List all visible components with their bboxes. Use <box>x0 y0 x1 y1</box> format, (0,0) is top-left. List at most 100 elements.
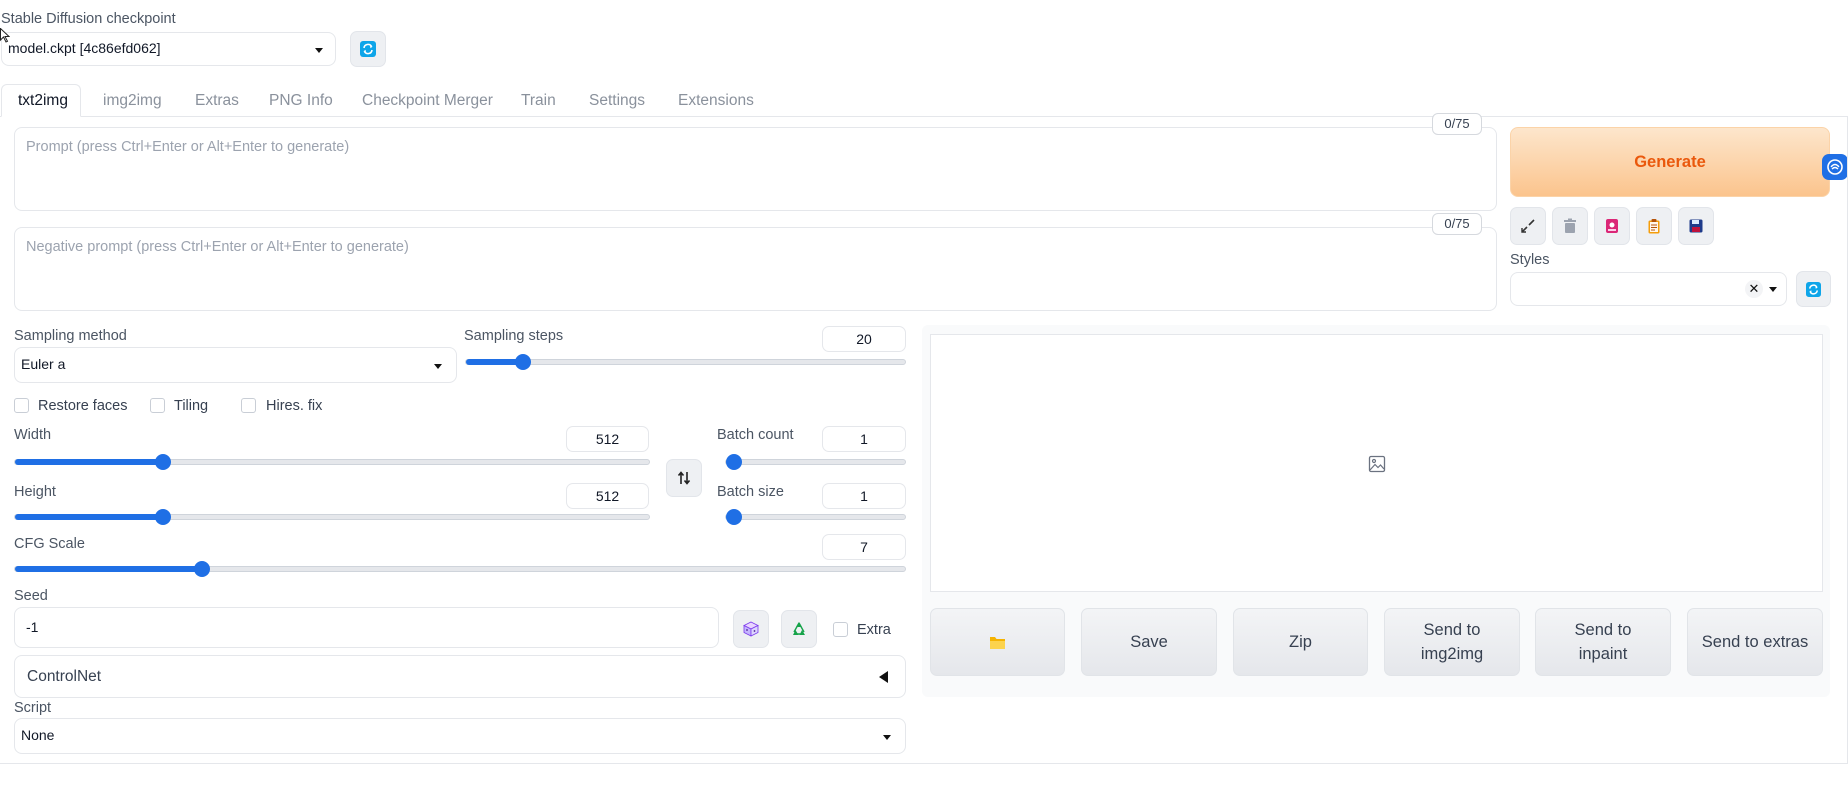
extra-seed-label: Extra <box>857 622 891 638</box>
dice-icon <box>743 621 759 637</box>
send-to-inpaint-button[interactable]: Send to inpaint <box>1535 608 1671 676</box>
sampling-steps-input[interactable]: 20 <box>822 326 906 352</box>
width-slider[interactable] <box>14 454 650 470</box>
refresh-icon <box>360 41 376 57</box>
slider-thumb[interactable] <box>155 454 171 470</box>
seed-value: -1 <box>26 619 39 635</box>
batch-count-slider[interactable] <box>725 454 906 470</box>
script-label: Script <box>14 700 52 716</box>
mouse-cursor-icon <box>0 28 10 43</box>
batch-count-label: Batch count <box>717 427 794 443</box>
hires-fix-label: Hires. fix <box>266 398 323 414</box>
chevron-down-icon <box>883 735 891 740</box>
slider-thumb[interactable] <box>726 509 742 525</box>
tab-settings[interactable]: Settings <box>589 92 645 114</box>
send-to-extras-button[interactable]: Send to extras <box>1687 608 1823 676</box>
styles-refresh-button[interactable] <box>1796 271 1831 307</box>
output-gallery[interactable] <box>930 334 1823 592</box>
clear-styles-icon[interactable]: ✕ <box>1745 280 1763 298</box>
clipboard-icon <box>1648 219 1660 234</box>
width-label: Width <box>14 427 52 443</box>
save-style-button[interactable] <box>1678 207 1714 245</box>
pencil-check-icon <box>1521 219 1535 233</box>
sampling-method-dropdown[interactable]: Euler a <box>14 347 457 383</box>
prompt-token-counter: 0/75 <box>1432 113 1482 135</box>
slider-thumb[interactable] <box>194 561 210 577</box>
tabs-divider <box>0 116 1848 117</box>
prompt-input[interactable]: Prompt (press Ctrl+Enter or Alt+Enter to… <box>14 127 1497 211</box>
restore-faces-checkbox[interactable] <box>14 398 29 413</box>
trash-icon <box>1564 218 1576 233</box>
seed-input[interactable]: -1 <box>14 607 719 648</box>
batch-count-input[interactable]: 1 <box>822 426 906 452</box>
negative-prompt-token-counter: 0/75 <box>1432 213 1482 235</box>
tab-checkpoint-merger[interactable]: Checkpoint Merger <box>362 92 493 114</box>
open-folder-button[interactable] <box>930 608 1065 676</box>
script-value: None <box>21 727 55 743</box>
controlnet-label: ControlNet <box>27 668 102 685</box>
tab-png-info[interactable]: PNG Info <box>269 92 333 114</box>
checkpoint-refresh-button[interactable] <box>350 31 386 67</box>
chevron-down-icon <box>434 364 442 369</box>
zip-button[interactable]: Zip <box>1233 608 1368 676</box>
height-slider[interactable] <box>14 509 650 525</box>
clear-prompt-button[interactable] <box>1552 207 1588 245</box>
controlnet-accordion[interactable]: ControlNet <box>14 655 906 698</box>
styles-dropdown[interactable]: ✕ <box>1510 272 1787 306</box>
swap-dimensions-button[interactable] <box>666 459 702 497</box>
sampling-steps-label: Sampling steps <box>464 328 564 344</box>
swap-icon <box>677 471 691 485</box>
hires-fix-checkbox[interactable] <box>241 398 256 413</box>
recycle-icon <box>793 622 805 635</box>
tiling-label: Tiling <box>174 398 209 414</box>
tab-train[interactable]: Train <box>521 92 556 114</box>
batch-size-label: Batch size <box>717 484 784 500</box>
negative-prompt-placeholder: Negative prompt (press Ctrl+Enter or Alt… <box>26 239 409 255</box>
slider-thumb[interactable] <box>515 354 531 370</box>
tiling-checkbox[interactable] <box>150 398 165 413</box>
tab-panel-bottom-border <box>0 763 1848 764</box>
refresh-icon <box>1806 281 1821 297</box>
brain-chat-icon <box>1827 159 1843 175</box>
tab-extensions[interactable]: Extensions <box>678 92 754 114</box>
tab-txt2img[interactable]: txt2img <box>18 92 68 114</box>
seed-label: Seed <box>14 588 48 604</box>
save-floppy-icon <box>1689 219 1703 233</box>
generate-button[interactable]: Generate <box>1510 127 1830 197</box>
slider-thumb[interactable] <box>726 454 742 470</box>
reuse-seed-button[interactable] <box>781 610 817 648</box>
slider-thumb[interactable] <box>155 509 171 525</box>
sampling-steps-slider[interactable] <box>465 354 906 370</box>
save-button[interactable]: Save <box>1081 608 1217 676</box>
cfg-scale-slider[interactable] <box>14 561 906 577</box>
assistant-floating-button[interactable] <box>1822 154 1848 180</box>
sampling-method-label: Sampling method <box>14 328 127 344</box>
photo-card-icon <box>1606 219 1618 233</box>
height-input[interactable]: 512 <box>566 483 649 509</box>
batch-size-input[interactable]: 1 <box>822 483 906 509</box>
extra-seed-checkbox[interactable] <box>833 622 848 637</box>
checkpoint-label: Stable Diffusion checkpoint <box>1 11 176 27</box>
chevron-down-icon <box>1769 287 1777 292</box>
batch-size-slider[interactable] <box>725 509 906 525</box>
checkpoint-dropdown[interactable]: model.ckpt [4c86efd062] <box>1 32 336 66</box>
apply-style-button[interactable] <box>1636 207 1672 245</box>
styles-label: Styles <box>1510 252 1550 268</box>
tab-extras[interactable]: Extras <box>195 92 239 114</box>
height-label: Height <box>14 484 56 500</box>
extra-networks-button[interactable] <box>1594 207 1630 245</box>
negative-prompt-input[interactable]: Negative prompt (press Ctrl+Enter or Alt… <box>14 227 1497 311</box>
prompt-placeholder: Prompt (press Ctrl+Enter or Alt+Enter to… <box>26 139 350 155</box>
image-placeholder-icon <box>1368 455 1386 473</box>
send-to-img2img-button[interactable]: Send to img2img <box>1384 608 1520 676</box>
width-input[interactable]: 512 <box>566 426 649 452</box>
read-params-button[interactable] <box>1510 207 1546 245</box>
slider-fill <box>15 566 202 572</box>
cfg-scale-input[interactable]: 7 <box>822 534 906 560</box>
slider-fill <box>15 514 163 520</box>
tab-img2img[interactable]: img2img <box>103 92 162 114</box>
folder-icon <box>990 636 1005 649</box>
checkpoint-value: model.ckpt [4c86efd062] <box>8 40 161 56</box>
script-dropdown[interactable]: None <box>14 718 906 754</box>
random-seed-button[interactable] <box>733 610 769 648</box>
